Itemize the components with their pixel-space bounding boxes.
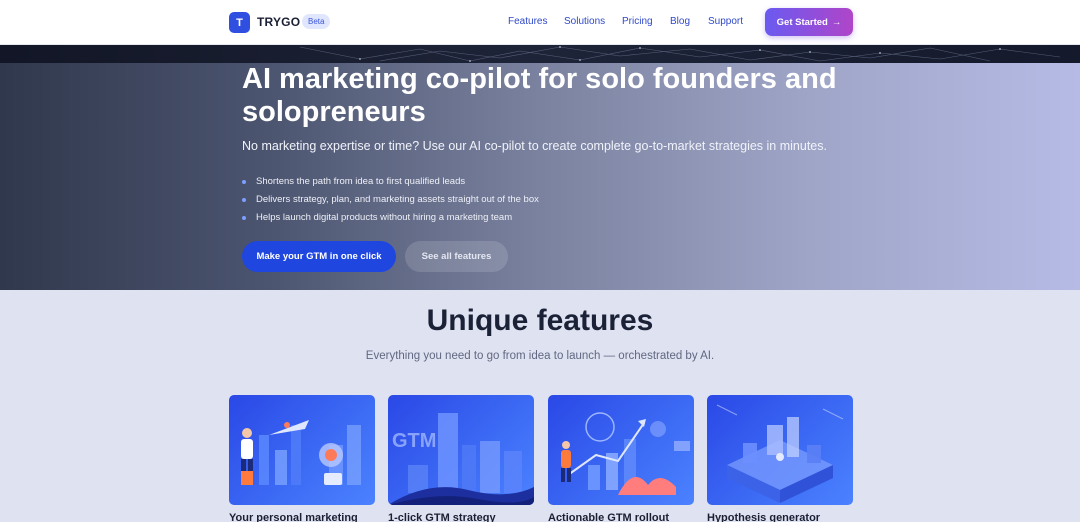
feature-card-title[interactable]: Your personal marketing: [229, 512, 379, 522]
see-all-features-button[interactable]: See all features: [405, 241, 508, 272]
gtm-image-text: GTM: [392, 430, 436, 452]
features-title: Unique features: [426, 304, 654, 337]
feature-card-title[interactable]: Hypothesis generator: [707, 512, 857, 522]
hero-title: AI marketing co-pilot for solo founders …: [242, 63, 837, 128]
make-gtm-button[interactable]: Make your GTM in one click: [242, 241, 396, 272]
feature-card-title[interactable]: 1-click GTM strategy: [388, 512, 538, 522]
feature-card-hypothesis-generator[interactable]: [707, 395, 853, 505]
nav-features[interactable]: Features: [508, 16, 547, 27]
beta-badge: Beta: [302, 14, 331, 29]
hero-bullet: Delivers strategy, plan, and marketing a…: [242, 191, 539, 209]
hero-bullet-text: Helps launch digital products without hi…: [256, 212, 513, 223]
top-navbar: T TRYGO Beta Features Solutions Pricing …: [0, 0, 1080, 45]
get-started-label: Get Started: [776, 16, 828, 28]
arrow-right-icon: →: [831, 16, 842, 28]
hero-bullet-list: Shortens the path from idea to first qua…: [242, 173, 539, 227]
features-subtitle: Everything you need to go from idea to l…: [365, 350, 715, 362]
brand-name[interactable]: TRYGO: [257, 15, 300, 29]
bullet-dot-icon: [242, 180, 246, 184]
gtm-city-illustration-icon: GTM: [388, 413, 534, 505]
bullet-dot-icon: [242, 216, 246, 220]
bullet-dot-icon: [242, 198, 246, 202]
feature-card-title[interactable]: Actionable GTM rollout: [548, 512, 698, 522]
hero-bullet-text: Delivers strategy, plan, and marketing a…: [256, 194, 539, 205]
nav-support[interactable]: Support: [708, 16, 743, 27]
hero-network-background: [0, 45, 1080, 63]
feature-card-gtm-strategy[interactable]: GTM: [388, 395, 534, 505]
hero-section: AI marketing co-pilot for solo founders …: [0, 63, 1080, 290]
hero-bullet: Shortens the path from idea to first qua…: [242, 173, 539, 191]
isometric-workspace-illustration-icon: [716, 404, 844, 503]
logo-icon[interactable]: T: [229, 12, 250, 33]
hero-bullet: Helps launch digital products without hi…: [242, 209, 539, 227]
hero-bullet-text: Shortens the path from idea to first qua…: [256, 176, 466, 187]
marketer-illustration-icon: [241, 420, 361, 485]
nav-blog[interactable]: Blog: [670, 16, 690, 27]
feature-card-gtm-rollout[interactable]: [548, 395, 694, 505]
hero-subtitle: No marketing expertise or time? Use our …: [242, 139, 827, 153]
nav-pricing[interactable]: Pricing: [622, 16, 653, 27]
get-started-button[interactable]: Get Started →: [765, 8, 853, 36]
feature-card-personal-marketing[interactable]: [229, 395, 375, 505]
nav-solutions[interactable]: Solutions: [564, 16, 605, 27]
growth-chart-illustration-icon: [561, 412, 690, 495]
